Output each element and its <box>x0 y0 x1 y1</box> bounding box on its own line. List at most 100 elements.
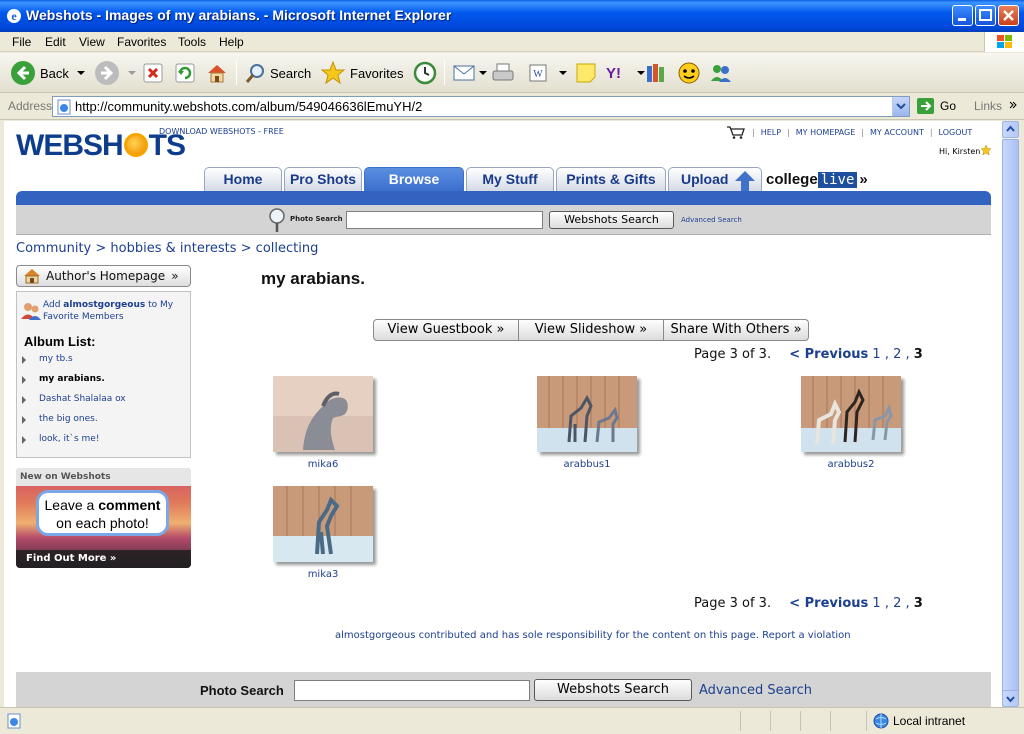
edit-word-button[interactable]: W <box>527 59 569 87</box>
messenger-button[interactable] <box>677 59 701 87</box>
top-search-input[interactable] <box>346 211 543 229</box>
dropdown-arrow-icon <box>559 71 567 75</box>
dropdown-arrow-icon <box>76 71 85 75</box>
top-webshots-search-button[interactable]: Webshots Search <box>549 211 674 229</box>
stop-button[interactable] <box>142 59 164 87</box>
page-icon <box>57 99 71 115</box>
yahoo-messenger-icon <box>678 62 700 84</box>
tab-prints-gifts[interactable]: Prints & Gifts <box>556 167 666 191</box>
word-icon: W <box>529 64 547 82</box>
my-homepage-link[interactable]: MY HOMEPAGE <box>796 128 856 137</box>
author-link[interactable]: almostgorgeous <box>335 630 415 641</box>
photo-thumb-arabbus1[interactable] <box>537 376 637 452</box>
album-item-dashat[interactable]: Dashat Shalalaa ox <box>39 394 126 404</box>
view-slideshow-button[interactable]: View Slideshow » <box>518 319 664 341</box>
horse-photo-image <box>537 376 637 452</box>
close-button[interactable] <box>998 5 1019 26</box>
bottom-advanced-search-link[interactable]: Advanced Search <box>699 683 812 698</box>
page-link-1-bottom[interactable]: 1 <box>872 596 880 611</box>
bottom-webshots-search-button[interactable]: Webshots Search <box>534 679 692 701</box>
search-button[interactable]: Search <box>244 59 311 87</box>
help-link[interactable]: HELP <box>761 128 781 137</box>
tab-my-stuff[interactable]: My Stuff <box>466 167 554 191</box>
cart-icon[interactable] <box>726 125 746 139</box>
maximize-button[interactable] <box>975 5 996 26</box>
menu-view[interactable]: View <box>79 35 105 49</box>
album-list-panel: Add almostgorgeous to My Favorite Member… <box>16 291 191 458</box>
view-guestbook-button[interactable]: View Guestbook » <box>373 319 519 341</box>
album-item-big-ones[interactable]: the big ones. <box>39 414 98 424</box>
tab-pro-shots[interactable]: Pro Shots <box>284 167 362 191</box>
photo-caption-arabbus2[interactable]: arabbus2 <box>801 459 901 470</box>
nav-blue-bar <box>16 191 991 205</box>
research-button[interactable] <box>644 59 668 87</box>
album-item-look-its-me[interactable]: look, it`s me! <box>39 434 99 444</box>
top-advanced-search-link[interactable]: Advanced Search <box>681 216 742 224</box>
scroll-thumb[interactable] <box>1002 139 1019 699</box>
back-button[interactable]: Back <box>10 59 87 87</box>
chevron-down-icon <box>1006 696 1015 703</box>
scroll-down-button[interactable] <box>1002 690 1019 707</box>
menu-help[interactable]: Help <box>219 35 244 49</box>
note-button[interactable] <box>574 59 598 87</box>
report-violation-link[interactable]: Report a violation <box>762 630 851 641</box>
refresh-button[interactable] <box>174 59 196 87</box>
bottom-photo-search-label: Photo Search <box>200 683 284 698</box>
windows-flag-icon <box>997 35 1012 48</box>
menu-file[interactable]: File <box>12 35 31 49</box>
bottom-search-input[interactable] <box>294 680 530 701</box>
photo-caption-arabbus1[interactable]: arabbus1 <box>537 459 637 470</box>
previous-page-link-bottom[interactable]: < Previous <box>789 596 868 611</box>
author-homepage-button[interactable]: Author's Homepage » <box>16 265 191 287</box>
promo-header: New on Webshots <box>16 468 191 486</box>
tab-upload[interactable]: Upload <box>668 167 762 192</box>
magnifier-icon <box>269 208 285 232</box>
maximize-icon <box>979 9 992 21</box>
msn-messenger-button[interactable] <box>708 59 734 87</box>
menu-tools[interactable]: Tools <box>178 35 206 49</box>
logout-link[interactable]: LOGOUT <box>939 128 973 137</box>
photo-caption-mika6[interactable]: mika6 <box>273 459 373 470</box>
dropdown-arrow-icon <box>479 71 487 75</box>
previous-page-link[interactable]: < Previous <box>789 347 868 362</box>
yahoo-icon: Y! <box>606 65 621 82</box>
photo-thumb-arabbus2[interactable] <box>801 376 901 452</box>
menu-favorites[interactable]: Favorites <box>117 35 166 49</box>
find-out-more-link[interactable]: Find Out More » <box>16 550 191 568</box>
address-dropdown[interactable] <box>892 97 909 116</box>
go-button[interactable]: Go <box>916 97 956 115</box>
scroll-up-button[interactable] <box>1002 121 1019 138</box>
history-button[interactable] <box>412 59 438 87</box>
tab-home[interactable]: Home <box>204 167 282 191</box>
mail-button[interactable] <box>452 59 488 87</box>
tab-browse[interactable]: Browse <box>364 167 464 191</box>
share-with-others-button[interactable]: Share With Others » <box>663 319 809 341</box>
photo-caption-mika3[interactable]: mika3 <box>273 569 373 580</box>
chevron-right-icon[interactable] <box>1008 100 1018 110</box>
photo-thumb-mika3[interactable] <box>273 486 373 562</box>
comment-promo-banner[interactable]: New on Webshots Leave a comment on each p… <box>16 468 191 568</box>
print-button[interactable] <box>491 59 517 87</box>
photo-thumb-mika6[interactable] <box>273 376 373 452</box>
yahoo-button[interactable]: Y! <box>606 59 646 87</box>
history-icon <box>413 61 437 85</box>
favorites-button[interactable]: Favorites <box>320 59 403 87</box>
page-link-1[interactable]: 1 <box>872 347 880 362</box>
top-links: | HELP | MY HOMEPAGE | MY ACCOUNT | LOGO… <box>726 125 972 139</box>
college-live-link[interactable]: college live» <box>766 171 868 188</box>
page-link-2-bottom[interactable]: 2 <box>893 596 901 611</box>
address-input[interactable]: http://community.webshots.com/album/5490… <box>52 96 910 117</box>
page-link-2[interactable]: 2 <box>893 347 901 362</box>
download-link[interactable]: DOWNLOAD WEBSHOTS - FREE <box>159 127 284 136</box>
forward-button[interactable] <box>94 59 138 87</box>
breadcrumb[interactable]: Community > hobbies & interests > collec… <box>16 241 318 256</box>
album-item-my-tbs[interactable]: my tb.s <box>39 354 73 364</box>
links-label[interactable]: Links <box>974 99 1002 113</box>
my-account-link[interactable]: MY ACCOUNT <box>870 128 924 137</box>
home-button[interactable] <box>205 59 229 87</box>
minimize-button[interactable] <box>952 5 973 26</box>
vertical-scrollbar[interactable] <box>1002 121 1019 707</box>
address-bar: Address http://community.webshots.com/al… <box>0 94 1024 120</box>
menu-edit[interactable]: Edit <box>45 35 66 49</box>
add-favorite-link[interactable]: Add almostgorgeous to My Favorite Member… <box>43 299 188 323</box>
